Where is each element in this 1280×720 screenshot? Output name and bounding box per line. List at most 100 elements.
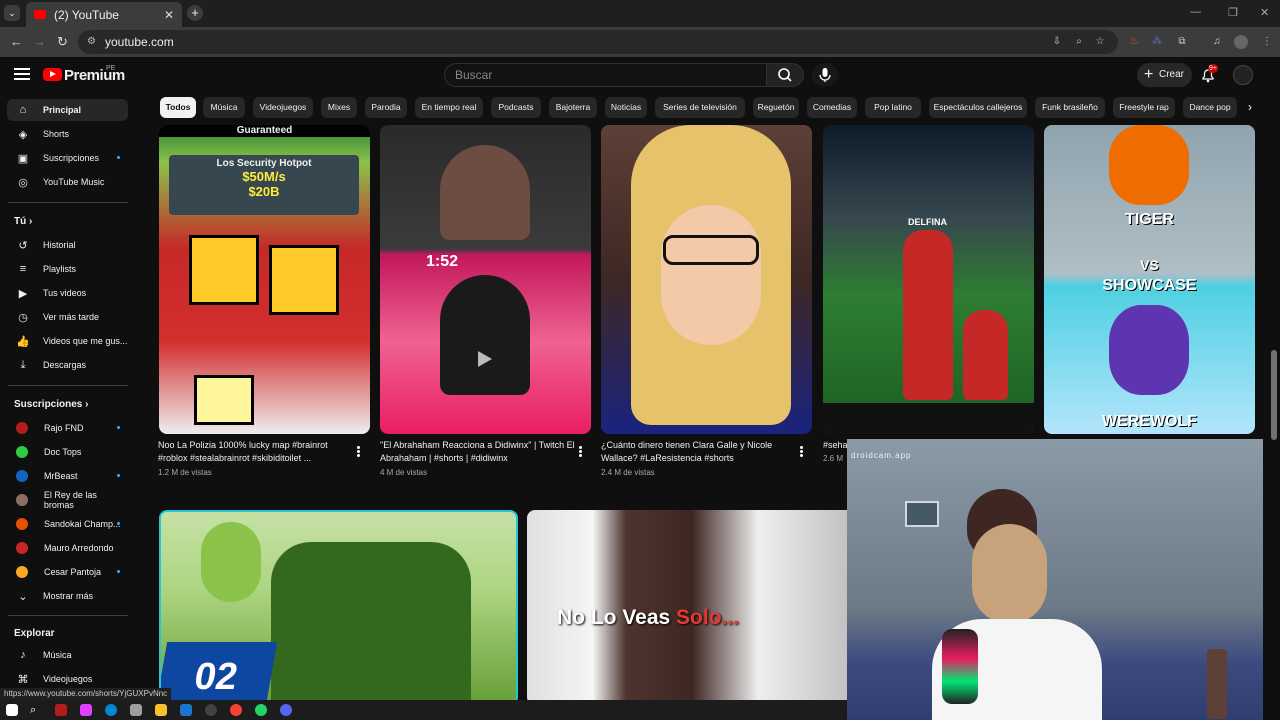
sidebar-item-descargas[interactable]: ⤓ Descargas	[7, 354, 128, 376]
short-title[interactable]: ¿Cuánto dinero tienen Clara Galle y Nico…	[601, 439, 791, 465]
short-thumbnail[interactable]: TIGER VS SHOWCASE WEREWOLF	[1044, 125, 1255, 434]
sidebar-item-videojuegos[interactable]: ⌘ Videojuegos	[7, 668, 128, 690]
sidebar-sub-item[interactable]: Mauro Arredondo	[7, 537, 128, 559]
tab-close-icon[interactable]: ✕	[164, 8, 174, 22]
short-title[interactable]: "El Abrahaham Reacciona a Didiwinx" | Tw…	[380, 439, 575, 465]
youtube-logo-icon[interactable]	[43, 68, 62, 81]
browser-tab[interactable]: (2) YouTube ✕	[26, 2, 182, 27]
chip[interactable]: Espectáculos callejeros	[929, 97, 1027, 118]
chip[interactable]: Comedias	[807, 97, 857, 118]
store-icon[interactable]	[130, 704, 142, 716]
hamburger-menu-icon[interactable]	[14, 68, 30, 70]
sidebar-sub-item[interactable]: Sandokai Champ...	[7, 513, 128, 535]
short-views: 2.6 M	[823, 454, 844, 463]
address-bar[interactable]: ⚙ youtube.com	[78, 30, 1118, 54]
chip[interactable]: Reguetón	[753, 97, 799, 118]
video-thumbnail[interactable]: No Lo Veas Solo...	[527, 510, 857, 705]
more-options-icon[interactable]	[357, 446, 360, 449]
chip[interactable]: Todos	[160, 97, 196, 118]
windows-start-icon[interactable]	[6, 704, 18, 716]
search-icon[interactable]: ⌕	[30, 704, 42, 716]
sidebar-sub-item[interactable]: Rajo FND	[7, 417, 128, 439]
chrome-icon[interactable]	[230, 704, 242, 716]
chip[interactable]: Podcasts	[491, 97, 541, 118]
chip[interactable]: Bajoterra	[549, 97, 597, 118]
sidebar-item-shorts[interactable]: ◈ Shorts	[7, 123, 128, 145]
page-scrollbar[interactable]	[1271, 350, 1277, 440]
short-thumbnail[interactable]: Guaranteed Los Security Hotpot $50M/s $2…	[159, 125, 370, 434]
minimize-icon[interactable]: —	[1190, 6, 1201, 18]
sidebar-item-liked-videos[interactable]: 👍 Videos que me gus...	[7, 330, 128, 352]
chip[interactable]: Música	[203, 97, 245, 118]
sidebar-sub-item[interactable]: El Rey de las bromas	[7, 489, 128, 511]
short-thumbnail[interactable]: 1:52	[380, 125, 591, 434]
chip[interactable]: Dance pop	[1183, 97, 1237, 118]
sidebar-item-historial[interactable]: ↺ Historial	[7, 234, 128, 256]
short-thumbnail[interactable]: DELFINA	[823, 125, 1034, 434]
voice-search-button[interactable]	[812, 63, 838, 87]
create-button[interactable]: + Crear	[1137, 63, 1192, 87]
install-app-icon[interactable]: ⇩	[1050, 35, 1064, 49]
extension-fire-icon[interactable]: ♨	[1127, 35, 1141, 49]
search-button[interactable]	[766, 63, 804, 87]
sidebar-sub-item[interactable]: Doc Tops	[7, 441, 128, 463]
sidebar-item-principal[interactable]: ⌂ Principal	[7, 99, 128, 121]
app-icon[interactable]	[180, 704, 192, 716]
video-thumbnail[interactable]: 02	[159, 510, 518, 705]
filter-chips-bar: Todos Música Videojuegos Mixes Parodia E…	[158, 97, 1258, 119]
sidebar-item-youtube-music[interactable]: ◎ YouTube Music	[7, 171, 128, 193]
chip[interactable]: Videojuegos	[253, 97, 313, 118]
account-avatar[interactable]	[1233, 65, 1253, 85]
close-window-icon[interactable]: ✕	[1260, 6, 1269, 19]
show-more-button[interactable]: ⌄ Mostrar más	[7, 585, 128, 607]
sidebar-item-musica[interactable]: ♪ Música	[7, 644, 128, 666]
maximize-icon[interactable]: ❐	[1228, 6, 1238, 19]
subscriptions-heading[interactable]: Suscripciones ›	[14, 399, 88, 410]
zoom-icon[interactable]: ⌕	[1072, 35, 1086, 49]
short-title[interactable]: Noo La Polizia 1000% lucky map #brainrot…	[158, 439, 348, 465]
you-section-heading[interactable]: Tú ›	[14, 216, 32, 227]
chip[interactable]: Noticias	[605, 97, 647, 118]
new-tab-button[interactable]: +	[187, 5, 203, 21]
playlists-icon: ≡	[19, 263, 27, 275]
reload-icon[interactable]: ↻	[57, 34, 68, 50]
tab-search-button[interactable]: ⌄	[4, 5, 20, 21]
forward-icon[interactable]: →	[33, 34, 46, 49]
search-input[interactable]: Buscar	[444, 63, 767, 87]
sidebar-item-tus-videos[interactable]: ▶ Tus videos	[7, 282, 128, 304]
more-options-icon[interactable]	[579, 446, 582, 449]
sidebar-item-playlists[interactable]: ≡ Playlists	[7, 258, 128, 280]
chip[interactable]: Series de televisión	[655, 97, 745, 118]
caption-white: No Lo Veas	[557, 606, 677, 629]
chip[interactable]: Parodia	[365, 97, 407, 118]
edge-icon[interactable]	[105, 704, 117, 716]
back-icon[interactable]: ←	[10, 34, 23, 49]
app-icon[interactable]	[205, 704, 217, 716]
whatsapp-icon[interactable]	[255, 704, 267, 716]
sidebar-sub-item[interactable]: Cesar Pantoja	[7, 561, 128, 583]
short-thumbnail[interactable]	[601, 125, 812, 434]
chip[interactable]: Mixes	[321, 97, 357, 118]
sidebar-item-suscripciones[interactable]: ▣ Suscripciones	[7, 147, 128, 169]
chip[interactable]: En tiempo real	[415, 97, 483, 118]
sidebar-item-ver-mas-tarde[interactable]: ◷ Ver más tarde	[7, 306, 128, 328]
site-info-icon[interactable]: ⚙	[87, 30, 96, 54]
sidebar-sub-item[interactable]: MrBeast	[7, 465, 128, 487]
chip[interactable]: Pop latino	[865, 97, 921, 118]
more-options-icon[interactable]	[800, 446, 803, 449]
extension-icon[interactable]: ⁂	[1150, 35, 1164, 49]
profile-icon[interactable]	[1234, 35, 1248, 49]
browser-menu-icon[interactable]: ⋮	[1260, 35, 1274, 49]
app-icon[interactable]	[55, 704, 67, 716]
app-icon[interactable]	[80, 704, 92, 716]
discord-icon[interactable]	[280, 704, 292, 716]
file-explorer-icon[interactable]	[155, 704, 167, 716]
logo-text[interactable]: Premium	[64, 67, 125, 84]
chip[interactable]: Freestyle rap	[1113, 97, 1175, 118]
new-content-dot	[117, 426, 120, 429]
media-control-icon[interactable]: ♫	[1210, 35, 1224, 49]
bookmark-star-icon[interactable]: ☆	[1093, 35, 1107, 49]
chips-next-icon[interactable]: ›	[1248, 100, 1252, 114]
chip[interactable]: Funk brasileño	[1035, 97, 1105, 118]
extensions-puzzle-icon[interactable]: ⧉	[1175, 35, 1189, 49]
